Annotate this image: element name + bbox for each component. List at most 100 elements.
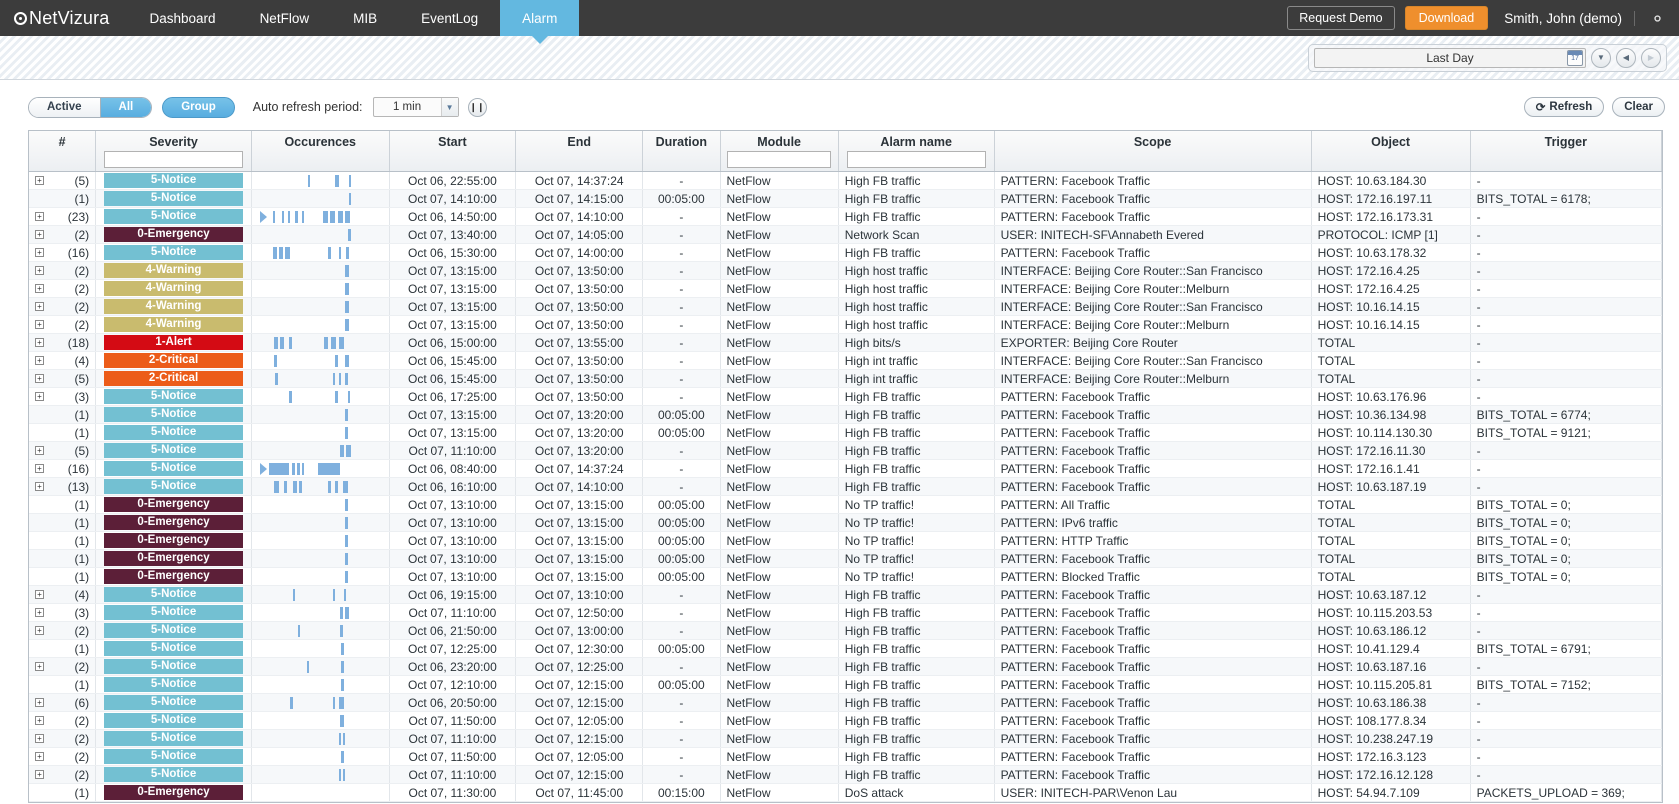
row-expander-icon[interactable]: + [35, 373, 44, 383]
filter-active-button[interactable]: Active [29, 97, 101, 117]
table-row[interactable]: (1) 0-Emergency Oct 07, 13:10:00 Oct 07, 13… [29, 531, 1663, 550]
table-row[interactable]: + (2) 4-Warning Oct 07, 13:15:00 Oct 07, 13:… [29, 315, 1663, 334]
col-header-severity[interactable]: Severity [95, 131, 252, 172]
table-row[interactable]: + (5) 5-Notice Oct 07, 11:10:00 Oct 07, 13:2… [29, 441, 1663, 460]
col-header-occurences[interactable]: Occurences [251, 131, 390, 172]
row-expander-icon[interactable]: + [35, 175, 44, 185]
row-expander-icon[interactable]: + [35, 733, 44, 743]
table-row[interactable]: + (2) 4-Warning Oct 07, 13:15:00 Oct 07, 13:… [29, 261, 1663, 280]
row-expander-icon[interactable]: + [35, 229, 44, 239]
table-row[interactable]: + (2) 0-Emergency Oct 07, 13:40:00 Oct 07, 1… [29, 225, 1663, 244]
table-row[interactable]: + (16) 5-Notice Oct 06, 08:40:00 Oct 07, 14:… [29, 459, 1663, 478]
occurrence-bar [272, 246, 277, 259]
row-expander-icon[interactable]: + [35, 625, 44, 635]
table-row[interactable]: + (3) 5-Notice Oct 07, 11:10:00 Oct 07, 12:5… [29, 603, 1663, 622]
row-expander-icon[interactable]: + [35, 769, 44, 779]
netvizura-logo-icon [14, 11, 27, 25]
table-row[interactable]: + (18) 1-Alert Oct 06, 15:00:00 Oct 07, 13:5… [29, 333, 1663, 352]
table-row[interactable]: (1) 0-Emergency Oct 07, 13:10:00 Oct 07, 13… [29, 549, 1663, 568]
severity-filter-input[interactable] [104, 151, 243, 168]
row-expander-icon[interactable]: + [35, 301, 44, 311]
row-expander-icon[interactable]: + [35, 265, 44, 275]
row-expander-icon[interactable]: + [35, 337, 44, 347]
table-row[interactable]: + (2) 5-Notice Oct 07, 11:50:00 Oct 07, 12:0… [29, 747, 1663, 766]
group-button[interactable]: Group [162, 96, 235, 118]
table-row[interactable]: (1) 0-Emergency Oct 07, 13:10:00 Oct 07, 13… [29, 567, 1663, 586]
col-header-module[interactable]: Module [720, 131, 839, 172]
table-row[interactable]: + (2) 5-Notice Oct 06, 23:20:00 Oct 07, 12:2… [29, 657, 1663, 676]
row-expander-icon[interactable]: + [35, 355, 44, 365]
table-row[interactable]: (1) 0-Emergency Oct 07, 13:10:00 Oct 07, 13… [29, 513, 1663, 532]
table-row[interactable]: + (2) 5-Notice Oct 06, 21:50:00 Oct 07, 13:0… [29, 621, 1663, 640]
table-row[interactable]: + (6) 5-Notice Oct 06, 20:50:00 Oct 07, 12:1… [29, 693, 1663, 712]
row-expander-icon[interactable]: + [35, 481, 44, 491]
row-expander-icon[interactable]: + [35, 715, 44, 725]
table-row[interactable]: + (4) 5-Notice Oct 06, 19:15:00 Oct 07, 13:1… [29, 585, 1663, 604]
nav-tab-eventlog[interactable]: EventLog [399, 0, 500, 36]
row-expander-icon[interactable]: + [35, 445, 44, 455]
col-header-scope[interactable]: Scope [994, 131, 1312, 172]
row-expander-icon[interactable]: + [35, 751, 44, 761]
calendar-icon[interactable]: 17 [1567, 49, 1583, 66]
table-row[interactable]: (1) 5-Notice Oct 07, 12:25:00 Oct 07, 12:30… [29, 639, 1663, 658]
nav-tab-mib[interactable]: MIB [331, 0, 399, 36]
table-row[interactable]: (1) 0-Emergency Oct 07, 11:30:00 Oct 07, 11… [29, 783, 1663, 802]
col-header-num[interactable]: # [29, 131, 97, 172]
table-row[interactable]: (1) 5-Notice Oct 07, 13:15:00 Oct 07, 13:20… [29, 423, 1663, 442]
gear-icon[interactable] [1645, 6, 1669, 30]
row-expander-icon[interactable]: + [35, 589, 44, 599]
nav-tab-dashboard[interactable]: Dashboard [128, 0, 238, 36]
cell-module: NetFlow [720, 711, 839, 730]
table-row[interactable]: + (3) 5-Notice Oct 06, 17:25:00 Oct 07, 13:5… [29, 387, 1663, 406]
row-expander-icon[interactable]: + [35, 211, 44, 221]
table-row[interactable]: (1) 5-Notice Oct 07, 14:10:00 Oct 07, 14:15… [29, 189, 1663, 208]
table-row[interactable]: + (2) 4-Warning Oct 07, 13:15:00 Oct 07, 13:… [29, 279, 1663, 298]
row-expander-icon[interactable]: + [35, 247, 44, 257]
row-expander-icon[interactable]: + [35, 391, 44, 401]
date-range-prev-button[interactable]: ◀ [1616, 47, 1636, 68]
table-row[interactable]: (1) 5-Notice Oct 07, 13:15:00 Oct 07, 13:20… [29, 405, 1663, 424]
refresh-button[interactable]: ⟳ Refresh [1523, 97, 1605, 117]
table-row[interactable]: + (23) 5-Notice Oct 06, 14:50:00 Oct 07, 14:… [29, 207, 1663, 226]
row-expander-icon[interactable]: + [35, 319, 44, 329]
col-header-object[interactable]: Object [1311, 131, 1471, 172]
table-row[interactable]: + (5) 5-Notice Oct 06, 22:55:00 Oct 07, 14:3… [29, 171, 1663, 190]
col-header-duration[interactable]: Duration [642, 131, 721, 172]
brand-logo[interactable]: NetVizura [0, 0, 128, 36]
col-header-alarm-name[interactable]: Alarm name [838, 131, 995, 172]
table-row[interactable]: + (16) 5-Notice Oct 06, 15:30:00 Oct 07, 14:… [29, 243, 1663, 262]
col-header-start[interactable]: Start [389, 131, 517, 172]
col-header-trigger[interactable]: Trigger [1470, 131, 1663, 172]
chevron-down-icon[interactable]: ▼ [440, 98, 458, 116]
table-row[interactable]: (1) 0-Emergency Oct 07, 13:10:00 Oct 07, 13… [29, 495, 1663, 514]
table-row[interactable]: + (4) 2-Critical Oct 06, 15:45:00 Oct 07, 13… [29, 351, 1663, 370]
table-row[interactable]: + (5) 2-Critical Oct 06, 15:45:00 Oct 07, 13… [29, 369, 1663, 388]
date-range-select[interactable]: Last Day 17 [1314, 47, 1586, 68]
nav-tab-alarm[interactable]: Alarm [500, 0, 580, 44]
table-row[interactable]: + (2) 4-Warning Oct 07, 13:15:00 Oct 07, 13:… [29, 297, 1663, 316]
cell-alarm-name: Network Scan [838, 225, 995, 244]
row-expander-icon[interactable]: + [35, 661, 44, 671]
table-row[interactable]: + (2) 5-Notice Oct 07, 11:10:00 Oct 07, 12:1… [29, 729, 1663, 748]
row-expander-icon[interactable]: + [35, 607, 44, 617]
date-range-dropdown-button[interactable]: ▼ [1591, 47, 1611, 68]
username-label[interactable]: Smith, John (demo) [1498, 10, 1635, 26]
table-row[interactable]: + (2) 5-Notice Oct 07, 11:10:00 Oct 07, 12:1… [29, 765, 1663, 784]
row-expander-icon[interactable]: + [35, 283, 44, 293]
module-filter-input[interactable] [727, 151, 832, 168]
alarm-name-filter-input[interactable] [846, 151, 986, 168]
table-row[interactable]: (1) 5-Notice Oct 07, 12:10:00 Oct 07, 12:15… [29, 675, 1663, 694]
nav-tab-netflow[interactable]: NetFlow [238, 0, 332, 36]
clear-button[interactable]: Clear [1612, 97, 1665, 117]
row-expander-icon[interactable]: + [35, 463, 44, 473]
date-range-next-button[interactable]: ▶ [1641, 47, 1661, 68]
table-row[interactable]: + (2) 5-Notice Oct 07, 11:50:00 Oct 07, 12:0… [29, 711, 1663, 730]
col-header-end[interactable]: End [515, 131, 644, 172]
pause-icon[interactable]: ❙❙ [467, 97, 487, 117]
filter-all-button[interactable]: All [100, 97, 152, 117]
auto-refresh-period-select[interactable]: 1 min ▼ [372, 97, 459, 117]
row-expander-icon[interactable]: + [35, 697, 44, 707]
download-button[interactable]: Download [1404, 6, 1489, 30]
request-demo-button[interactable]: Request Demo [1287, 6, 1395, 30]
table-row[interactable]: + (13) 5-Notice Oct 06, 16:10:00 Oct 07, 14:… [29, 477, 1663, 496]
